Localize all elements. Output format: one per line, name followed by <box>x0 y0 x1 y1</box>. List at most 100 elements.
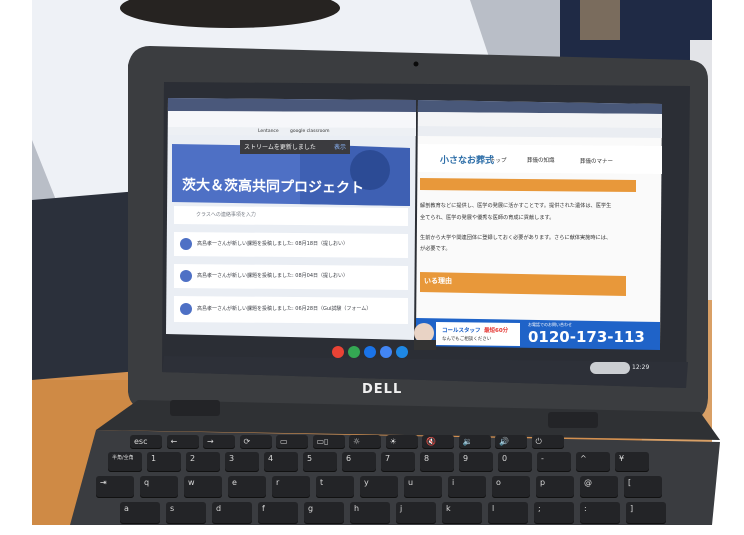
key-row4-7[interactable]: k <box>442 502 482 524</box>
key-label: ] <box>630 504 634 513</box>
key-row1-6[interactable]: ☼ <box>349 435 381 449</box>
key-row1-1[interactable]: ← <box>166 435 199 449</box>
key-label: g <box>308 504 314 513</box>
key-row4-8[interactable]: l <box>488 502 528 524</box>
key-label: ⟳ <box>243 437 251 446</box>
key-row2-7[interactable]: 7 <box>381 452 415 472</box>
key-label: @ <box>584 478 592 487</box>
key-label: 8 <box>424 454 430 463</box>
key-label: ▭▯ <box>316 437 329 446</box>
key-row2-8[interactable]: 8 <box>420 452 454 472</box>
key-row3-9[interactable]: o <box>492 476 530 498</box>
bookmark-lentance[interactable]: Lentance <box>258 129 279 134</box>
key-label: ⏻ <box>535 437 542 446</box>
key-row2-1[interactable]: 1 <box>147 452 181 472</box>
site-logo[interactable]: 小さなお葬式 <box>440 153 494 166</box>
key-row1-10[interactable]: 🔊 <box>495 435 527 449</box>
key-row4-10[interactable]: : <box>580 502 620 524</box>
ad-phone[interactable]: 0120-173-113 <box>528 328 645 346</box>
key-label: ☼ <box>353 437 361 446</box>
key-row4-11[interactable]: ] <box>626 502 666 524</box>
key-row3-0[interactable]: ⇥ <box>96 476 134 498</box>
key-row2-4[interactable]: 4 <box>264 452 298 472</box>
toast-action[interactable]: 表示 <box>334 142 346 151</box>
body-line: 全てられ、医学の発展や優秀な医師の育成に貢献します。 <box>420 215 555 221</box>
key-row2-6[interactable]: 6 <box>342 452 376 472</box>
key-row4-6[interactable]: j <box>396 502 436 524</box>
key-row3-8[interactable]: i <box>448 476 486 498</box>
key-row1-9[interactable]: 🔉 <box>458 435 491 449</box>
key-row4-1[interactable]: s <box>166 502 206 524</box>
class-title: 茨大＆茨高共同プロジェクト <box>182 177 364 197</box>
key-label: h <box>354 504 360 513</box>
key-row2-11[interactable]: - <box>537 452 571 472</box>
key-row4-5[interactable]: h <box>350 502 390 524</box>
nav-top[interactable]: トップ <box>490 156 507 164</box>
key-label: esc <box>134 437 148 446</box>
key-row1-2[interactable]: → <box>203 435 235 449</box>
key-label: ☀ <box>389 437 397 446</box>
key-label: k <box>446 504 451 513</box>
toast-text: ストリームを更新しました <box>244 144 316 151</box>
bookmark-classroom[interactable]: google classroom <box>290 129 329 134</box>
key-row4-9[interactable]: ; <box>534 502 574 524</box>
key-row2-10[interactable]: 0 <box>498 452 532 472</box>
key-row2-2[interactable]: 2 <box>186 452 220 472</box>
stream-item[interactable]: 高島孝一さんが新しい課題を投稿しました: 08月04日（提しおい） <box>197 272 348 279</box>
key-row3-6[interactable]: y <box>360 476 398 498</box>
nav-knowledge[interactable]: 葬儀の知識 <box>527 156 555 164</box>
key-label: 🔊 <box>499 437 509 446</box>
key-row3-10[interactable]: p <box>536 476 574 498</box>
ad-line2[interactable]: なんでもご相談ください <box>442 336 491 342</box>
ad-line1[interactable]: コールスタッフ <box>442 326 481 334</box>
stream-item[interactable]: 高島孝一さんが新しい課題を投稿しました: 06月28日（Gui試験（フォーム） <box>197 305 371 312</box>
key-label: ^ <box>580 454 587 463</box>
key-row3-3[interactable]: e <box>228 476 266 498</box>
key-label: ; <box>538 504 541 513</box>
key-row1-3[interactable]: ⟳ <box>239 435 272 449</box>
key-label: f <box>262 504 265 513</box>
key-row2-0[interactable]: 半角/全角 <box>108 452 142 472</box>
key-label: 3 <box>229 454 235 463</box>
key-label: 5 <box>307 454 313 463</box>
key-row3-5[interactable]: t <box>316 476 354 498</box>
key-row1-0[interactable]: esc <box>130 435 162 449</box>
key-label: 0 <box>502 454 508 463</box>
key-row2-9[interactable]: 9 <box>459 452 493 472</box>
key-label: 2 <box>190 454 196 463</box>
key-label: 🔉 <box>462 437 473 446</box>
key-row3-12[interactable]: [ <box>624 476 662 498</box>
key-row3-11[interactable]: @ <box>580 476 618 498</box>
key-row1-5[interactable]: ▭▯ <box>312 435 345 449</box>
key-label: l <box>492 504 495 513</box>
key-row4-3[interactable]: f <box>258 502 298 524</box>
key-label: 7 <box>385 454 391 463</box>
key-row2-5[interactable]: 5 <box>303 452 337 472</box>
nav-manners[interactable]: 葬儀のマナー <box>580 157 613 165</box>
ad-highlight[interactable]: 最短60分 <box>484 326 508 334</box>
key-row4-4[interactable]: g <box>304 502 344 524</box>
shelf-time[interactable]: 12:29 <box>632 364 649 371</box>
key-label: 4 <box>268 454 274 463</box>
photo: ストリームを更新しました 表示 茨大＆茨高共同プロジェクト クラスへの連絡事項を… <box>0 0 744 535</box>
key-row2-3[interactable]: 3 <box>225 452 259 472</box>
key-row1-4[interactable]: ▭ <box>276 435 308 449</box>
key-row2-12[interactable]: ^ <box>576 452 610 472</box>
key-row1-7[interactable]: ☀ <box>385 435 418 449</box>
key-label: ▭ <box>280 437 288 446</box>
key-row4-0[interactable]: a <box>120 502 160 524</box>
key-row3-4[interactable]: r <box>272 476 310 498</box>
key-row1-8[interactable]: 🔇 <box>422 435 454 449</box>
stream-item[interactable]: 高島孝一さんが新しい課題を投稿しました: 08月18日（提しおい） <box>197 240 348 247</box>
key-row3-2[interactable]: w <box>184 476 222 498</box>
post-placeholder[interactable]: クラスへの連絡事項を入力 <box>196 211 256 218</box>
key-label: j <box>400 504 403 513</box>
key-label: w <box>188 478 195 487</box>
key-row1-11[interactable]: ⏻ <box>531 435 564 449</box>
key-row3-1[interactable]: q <box>140 476 178 498</box>
key-row4-2[interactable]: d <box>212 502 252 524</box>
key-row2-13[interactable]: ¥ <box>615 452 649 472</box>
key-label: 1 <box>151 454 157 463</box>
key-label: 9 <box>463 454 469 463</box>
key-row3-7[interactable]: u <box>404 476 442 498</box>
